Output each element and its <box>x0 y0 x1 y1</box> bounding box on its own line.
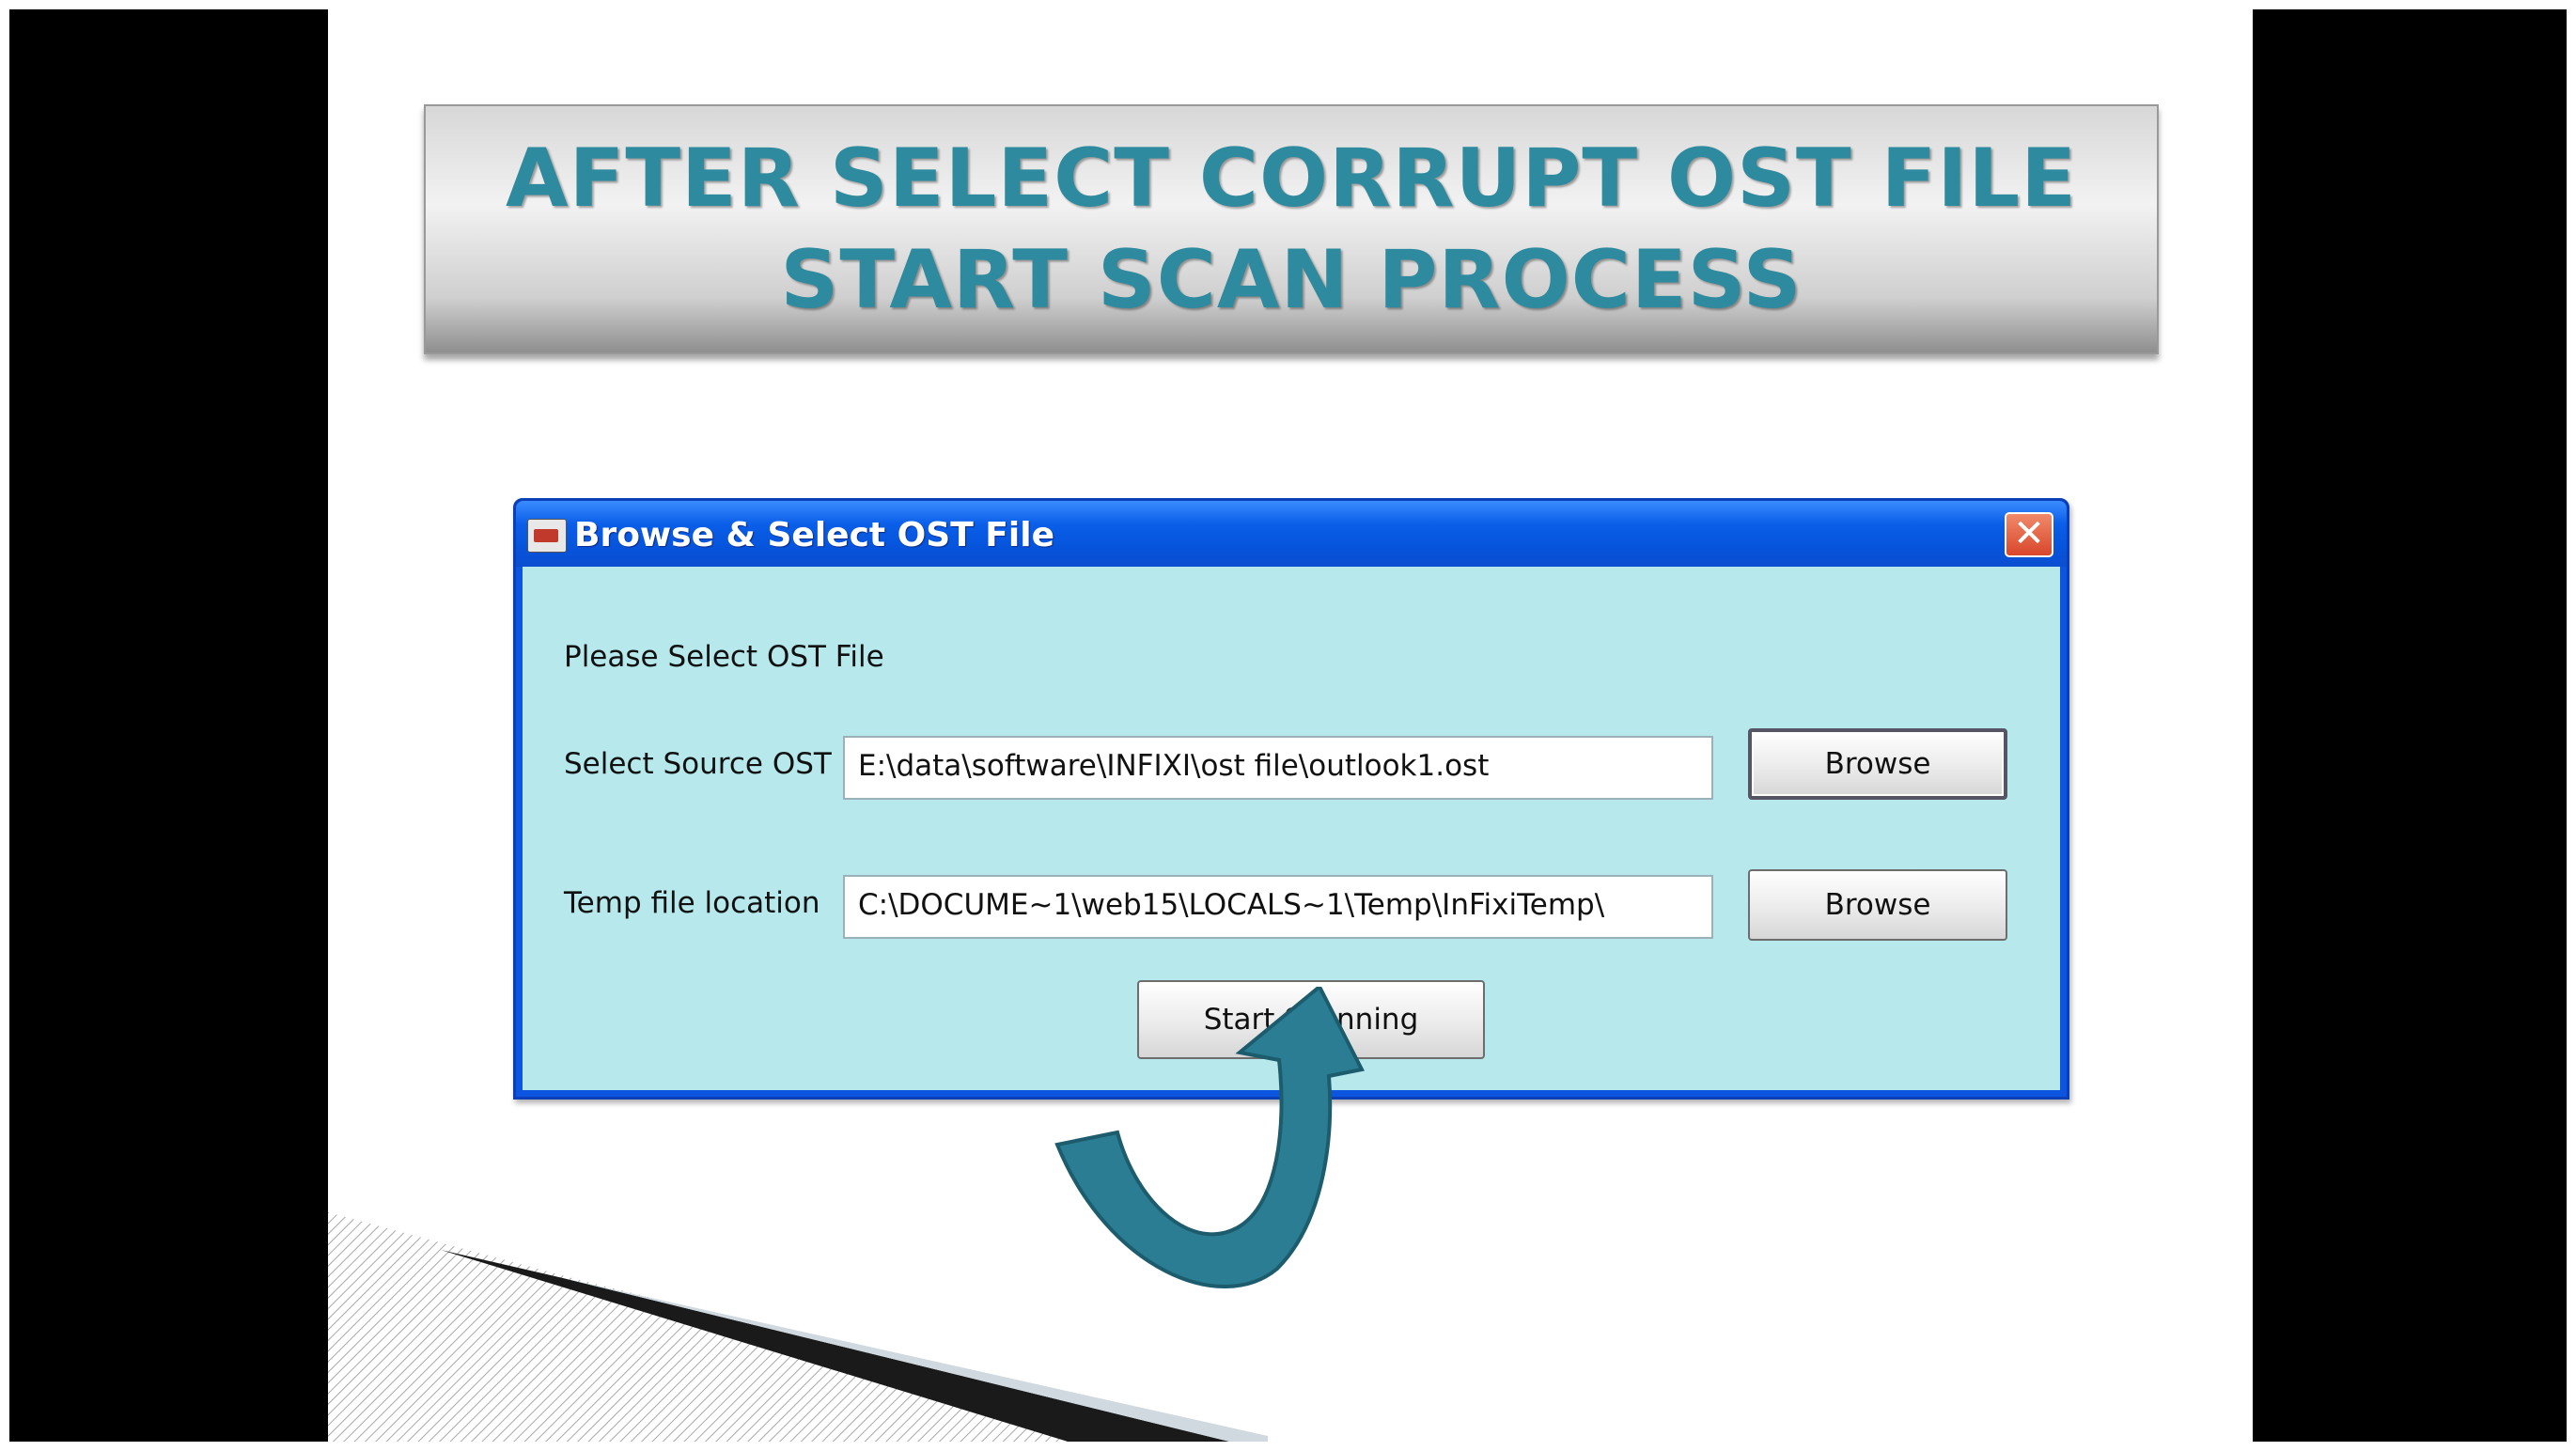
app-icon <box>527 519 567 553</box>
slide-title-line-1: AFTER SELECT CORRUPT OST FILE <box>506 132 2077 226</box>
slide: AFTER SELECT CORRUPT OST FILE START SCAN… <box>328 9 2253 1451</box>
corner-decoration <box>328 1212 1268 1451</box>
close-icon: ✕ <box>2013 512 2045 555</box>
browse-temp-button[interactable]: Browse <box>1748 869 2007 941</box>
dialog-title: Browse & Select OST File <box>574 516 1054 554</box>
slide-title: AFTER SELECT CORRUPT OST FILE START SCAN… <box>506 128 2077 331</box>
instruction-label: Please Select OST File <box>564 640 884 674</box>
title-banner: AFTER SELECT CORRUPT OST FILE START SCAN… <box>424 104 2159 354</box>
source-ost-field[interactable]: E:\data\software\INFIXI\ost file\outlook… <box>843 736 1713 800</box>
slide-title-line-2: START SCAN PROCESS <box>780 233 1803 327</box>
temp-location-field[interactable]: C:\DOCUME~1\web15\LOCALS~1\Temp\InFixiTe… <box>843 875 1713 939</box>
close-button[interactable]: ✕ <box>2005 512 2053 557</box>
dialog-titlebar[interactable]: Browse & Select OST File ✕ <box>516 501 2067 567</box>
browse-source-button[interactable]: Browse <box>1748 728 2007 800</box>
source-ost-label: Select Source OST <box>564 747 832 781</box>
temp-location-label: Temp file location <box>564 886 820 920</box>
